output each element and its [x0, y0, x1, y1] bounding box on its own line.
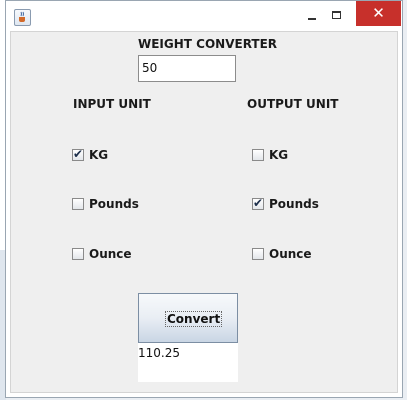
weight-input[interactable]: 50 [138, 55, 236, 82]
output-pounds-option[interactable]: ✔ Pounds [252, 196, 319, 211]
convert-button[interactable]: Convert [138, 293, 238, 343]
result-field: 110.25 [138, 343, 238, 382]
title-bar[interactable]: ✕ [6, 1, 402, 31]
close-button[interactable]: ✕ [356, 1, 401, 26]
output-kg-checkbox[interactable] [252, 149, 264, 161]
maximize-button[interactable] [330, 9, 344, 23]
result-value: 110.25 [138, 346, 180, 360]
java-cup-icon[interactable] [14, 9, 31, 26]
input-pounds-checkbox[interactable] [72, 198, 84, 210]
input-pounds-label: Pounds [89, 197, 139, 211]
converter-panel: WEIGHT CONVERTER 50 INPUT UNIT OUTPUT UN… [10, 31, 398, 393]
app-window: ✕ WEIGHT CONVERTER 50 INPUT UNIT OUTPUT … [5, 0, 403, 398]
input-unit-heading: INPUT UNIT [73, 97, 151, 111]
output-unit-heading: OUTPUT UNIT [247, 97, 339, 111]
output-pounds-label: Pounds [269, 197, 319, 211]
output-ounce-option[interactable]: Ounce [252, 247, 312, 261]
output-kg-option[interactable]: KG [252, 148, 288, 162]
close-icon: ✕ [372, 4, 385, 22]
checkmark-icon: ✔ [73, 147, 84, 161]
input-ounce-label: Ounce [89, 247, 132, 261]
input-kg-checkbox[interactable]: ✔ [72, 147, 84, 161]
input-kg-option[interactable]: ✔ KG [72, 147, 109, 162]
output-ounce-label: Ounce [269, 247, 312, 261]
input-ounce-option[interactable]: Ounce [72, 247, 132, 261]
minimize-button[interactable] [305, 9, 319, 23]
input-pounds-option[interactable]: Pounds [72, 197, 139, 211]
input-kg-label: KG [89, 148, 109, 162]
output-ounce-checkbox[interactable] [252, 248, 264, 260]
convert-button-label: Convert [165, 311, 223, 327]
checkmark-icon: ✔ [253, 196, 264, 210]
form-title: WEIGHT CONVERTER [138, 37, 278, 51]
input-ounce-checkbox[interactable] [72, 248, 84, 260]
output-kg-label: KG [269, 148, 289, 162]
output-pounds-checkbox[interactable]: ✔ [252, 196, 264, 210]
